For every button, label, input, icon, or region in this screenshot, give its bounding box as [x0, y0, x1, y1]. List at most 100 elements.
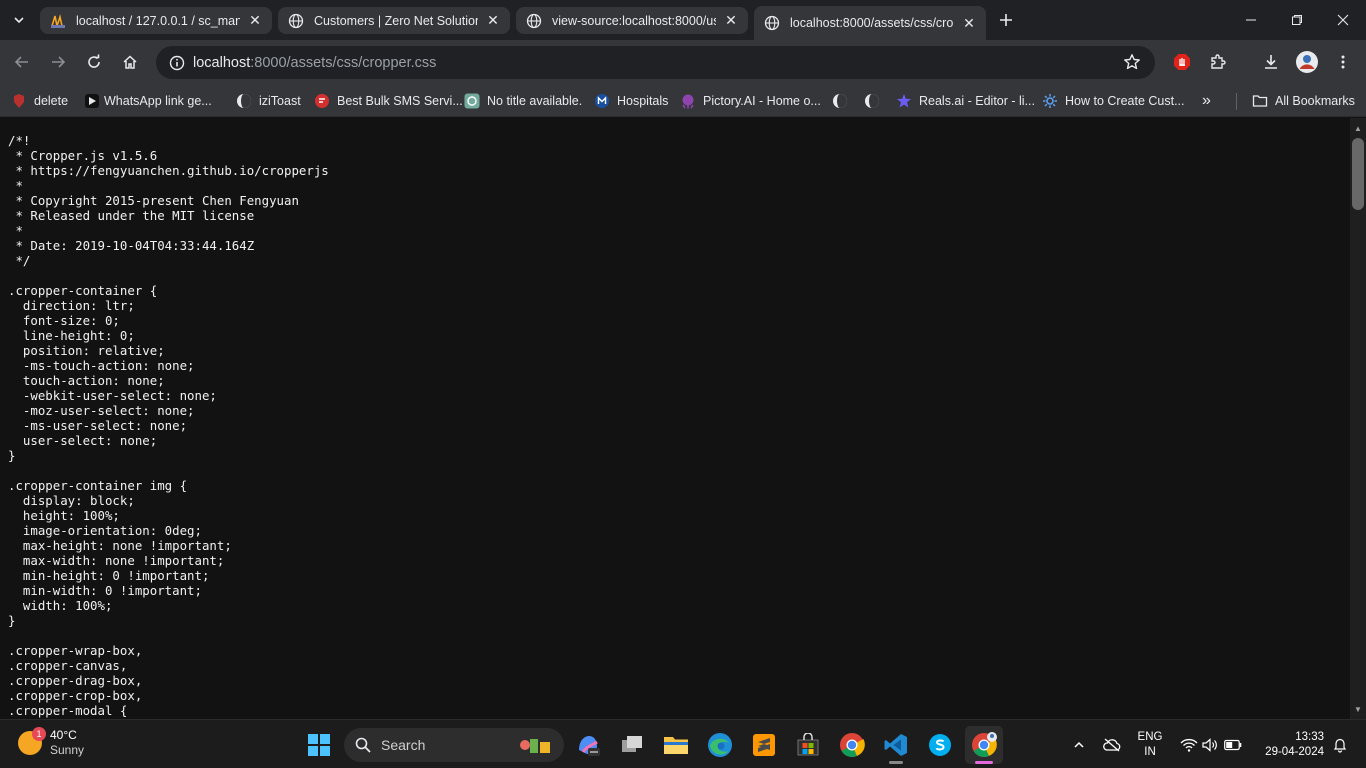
- notifications-button[interactable]: [1328, 720, 1352, 768]
- tab-title: localhost:8000/assets/css/cropp: [790, 16, 954, 30]
- profile-avatar[interactable]: [1293, 48, 1321, 76]
- tab-strip: localhost / 127.0.0.1 / sc_manag ✕ Custo…: [0, 0, 1366, 40]
- download-icon[interactable]: [1257, 48, 1285, 76]
- page-content: /*! * Cropper.js v1.5.6 * https://fengyu…: [0, 118, 1350, 719]
- source-line: display: block;: [8, 493, 135, 508]
- close-icon[interactable]: ✕: [484, 12, 502, 30]
- home-button[interactable]: [116, 48, 144, 76]
- bookmark-item[interactable]: iziToast: [236, 91, 301, 111]
- task-view-app[interactable]: [613, 726, 651, 764]
- clock[interactable]: 13:33 29-04-2024: [1254, 730, 1324, 760]
- chrome-icon: [840, 733, 865, 757]
- chrome-icon: [972, 732, 997, 757]
- bookmark-item[interactable]: [832, 91, 855, 111]
- back-button[interactable]: [8, 48, 36, 76]
- source-line: .cropper-crop-box,: [8, 688, 143, 703]
- search-label: Search: [381, 737, 426, 753]
- taskbar-search-box[interactable]: Search: [344, 728, 564, 762]
- tab-cropper-css[interactable]: localhost:8000/assets/css/cropp ✕: [754, 6, 986, 40]
- reload-icon: [88, 54, 100, 68]
- source-line: touch-action: none;: [8, 373, 165, 388]
- bookmark-item[interactable]: [864, 91, 887, 111]
- windows-logo-icon: [308, 734, 330, 756]
- onedrive-tray[interactable]: [1100, 720, 1124, 768]
- vertical-scrollbar[interactable]: ▲ ▼: [1350, 118, 1366, 719]
- reload-button[interactable]: [80, 48, 108, 76]
- tab-customers[interactable]: Customers | Zero Net Solutions ✕: [278, 7, 510, 34]
- tab-phpmyadmin[interactable]: localhost / 127.0.0.1 / sc_manag ✕: [40, 7, 272, 34]
- bookmarks-overflow-chevron-icon[interactable]: »: [1202, 92, 1211, 110]
- tab-title: Customers | Zero Net Solutions: [314, 13, 478, 28]
- source-line: min-height: 0 !important;: [8, 568, 210, 583]
- vscode-app[interactable]: [877, 726, 915, 764]
- browser-toolbar: localhost:8000/assets/css/cropper.css: [0, 40, 1366, 85]
- tab-view-source[interactable]: view-source:localhost:8000/use ✕: [516, 7, 748, 34]
- weather-condition: Sunny: [50, 743, 85, 757]
- bookmark-item[interactable]: Reals.ai - Editor - li...: [896, 91, 1035, 111]
- minimize-button[interactable]: [1228, 0, 1274, 40]
- copilot-app[interactable]: [569, 726, 607, 764]
- close-icon[interactable]: ✕: [722, 12, 740, 30]
- bookmark-item[interactable]: delete: [11, 91, 68, 111]
- url-host: localhost: [193, 54, 251, 71]
- adblock-extension-icon[interactable]: [1168, 48, 1196, 76]
- extension-icon: [11, 93, 27, 109]
- bookmark-star-icon[interactable]: [1123, 53, 1141, 76]
- bookmark-item[interactable]: Hospitals: [594, 91, 668, 111]
- chrome-profile-app[interactable]: [965, 726, 1003, 764]
- skype-app[interactable]: [921, 726, 959, 764]
- all-bookmarks-button[interactable]: All Bookmarks: [1252, 91, 1355, 111]
- forward-button[interactable]: [44, 48, 72, 76]
- source-line: [8, 463, 329, 478]
- url-text[interactable]: localhost:8000/assets/css/cropper.css: [193, 55, 436, 71]
- language-indicator[interactable]: ENG IN: [1133, 730, 1167, 760]
- bookmark-item[interactable]: WhatsApp link ge...: [84, 91, 212, 111]
- file-explorer-app[interactable]: [657, 726, 695, 764]
- start-button[interactable]: [300, 726, 338, 764]
- weather-widget[interactable]: 1 40°C Sunny: [18, 727, 85, 758]
- bookmark-label: Reals.ai - Editor - li...: [919, 94, 1036, 108]
- menu-kebab-icon[interactable]: [1329, 48, 1357, 76]
- scroll-down-arrow-icon[interactable]: ▼: [1350, 701, 1366, 717]
- address-bar[interactable]: localhost:8000/assets/css/cropper.css: [156, 46, 1155, 79]
- close-icon[interactable]: ✕: [246, 12, 264, 30]
- close-window-button[interactable]: [1320, 0, 1366, 40]
- microsoft-store-app[interactable]: [789, 726, 827, 764]
- sms-icon: [314, 93, 330, 109]
- system-status-tray[interactable]: [1176, 720, 1246, 768]
- scroll-up-arrow-icon[interactable]: ▲: [1350, 120, 1366, 136]
- edge-app[interactable]: [701, 726, 739, 764]
- tab-search-button[interactable]: [6, 8, 32, 32]
- search-icon: [355, 737, 371, 753]
- extensions-puzzle-icon[interactable]: [1204, 48, 1232, 76]
- source-line: *: [8, 223, 23, 238]
- whatsapp-link-icon: [84, 93, 100, 109]
- chevron-up-icon: [1074, 741, 1084, 748]
- scrollbar-thumb[interactable]: [1352, 138, 1364, 210]
- restore-button[interactable]: [1274, 0, 1320, 40]
- bookmark-item[interactable]: Best Bulk SMS Servi...: [314, 91, 463, 111]
- bookmarks-divider: [1236, 93, 1237, 110]
- source-line: /*!: [8, 133, 31, 148]
- globe-icon: [288, 13, 304, 29]
- bookmark-label: Pictory.AI - Home o...: [703, 94, 821, 108]
- bookmark-label: No title available.: [487, 94, 583, 108]
- new-tab-button[interactable]: [994, 8, 1018, 32]
- sublime-text-app[interactable]: [745, 726, 783, 764]
- arrow-left-icon: [14, 56, 28, 68]
- info-icon[interactable]: [162, 55, 192, 71]
- close-icon: [1337, 14, 1349, 26]
- close-icon[interactable]: ✕: [960, 14, 978, 32]
- weather-temperature: 40°C: [50, 728, 77, 742]
- bookmark-item[interactable]: How to Create Cust...: [1042, 91, 1185, 111]
- folder-icon: [1252, 93, 1268, 109]
- source-line: min-width: 0 !important;: [8, 583, 202, 598]
- url-path: :8000/assets/css/cropper.css: [250, 54, 437, 71]
- bookmark-item[interactable]: Pictory.AI - Home o...: [680, 91, 821, 111]
- source-line: .cropper-container img {: [8, 478, 188, 493]
- show-hidden-icons-button[interactable]: [1068, 720, 1090, 768]
- chrome-app[interactable]: [833, 726, 871, 764]
- bell-icon: [1333, 738, 1347, 753]
- bookmark-item[interactable]: No title available.: [464, 91, 582, 111]
- restore-icon: [1292, 15, 1302, 25]
